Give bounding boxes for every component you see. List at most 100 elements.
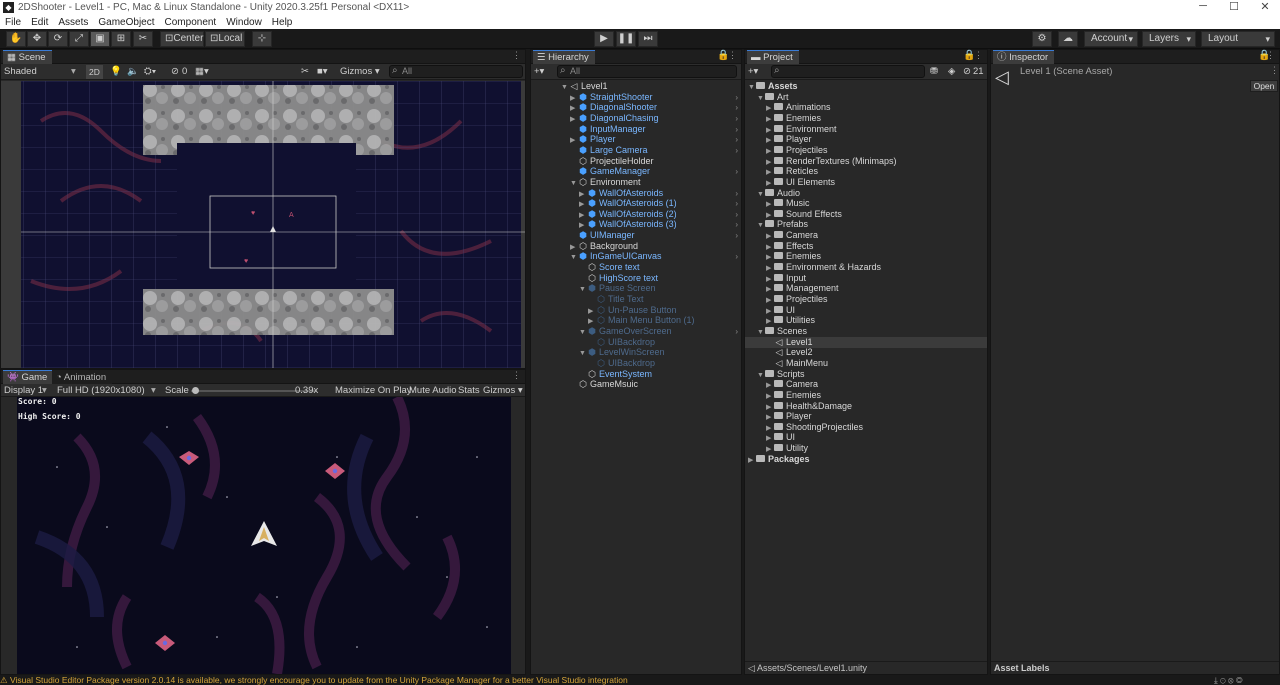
project-item[interactable]: ▼ Art: [745, 92, 987, 103]
project-item[interactable]: ▶ ShootingProjectiles: [745, 422, 987, 433]
hierarchy-item[interactable]: ▶ ⬢ WallOfAsteroids ›: [531, 188, 741, 199]
hierarchy-item[interactable]: ⬡ UIBackdrop: [531, 337, 741, 348]
prefab-open-arrow-icon[interactable]: ›: [735, 92, 738, 103]
hierarchy-item[interactable]: ▼ ⬢ LevelWinScreen: [531, 347, 741, 358]
project-create-button[interactable]: +▾: [748, 65, 758, 79]
audio-toggle-icon[interactable]: 🔈: [127, 65, 139, 79]
play-button[interactable]: ▶: [594, 31, 614, 47]
project-item[interactable]: ▶ Enemies: [745, 390, 987, 401]
maximize-icon[interactable]: ☐: [1224, 0, 1244, 13]
hierarchy-item[interactable]: ⬡ HighScore text: [531, 273, 741, 284]
tab-inspector[interactable]: ⓘ Inspector: [993, 50, 1055, 64]
2d-toggle[interactable]: 2D: [86, 65, 103, 79]
project-search-input[interactable]: [771, 65, 925, 78]
tab-game[interactable]: 👾 Game: [3, 370, 54, 384]
prefab-open-arrow-icon[interactable]: ›: [735, 113, 738, 124]
project-item[interactable]: ▶ Environment: [745, 124, 987, 135]
project-item[interactable]: ◁ MainMenu: [745, 358, 987, 369]
open-scene-button[interactable]: Open: [1250, 80, 1278, 92]
tab-animation[interactable]: ◔ Animation: [52, 370, 113, 384]
hierarchy-item[interactable]: ⬡ ProjectileHolder: [531, 156, 741, 167]
hierarchy-item[interactable]: ▼ ⬢ GameOverScreen ›: [531, 326, 741, 337]
resolution-dropdown[interactable]: Full HD (1920x1080): [57, 384, 145, 397]
tools-icon[interactable]: ✂: [301, 65, 309, 79]
hierarchy-item[interactable]: ⬢ GameManager ›: [531, 166, 741, 177]
hierarchy-item[interactable]: ⬢ UIManager ›: [531, 230, 741, 241]
hierarchy-item[interactable]: ⬡ EventSystem: [531, 369, 741, 380]
close-icon[interactable]: ✕: [1255, 0, 1275, 13]
scale-tool-icon[interactable]: ⤢: [69, 31, 89, 47]
filter-by-label-icon[interactable]: ◈: [948, 65, 955, 79]
menu-help[interactable]: Help: [267, 17, 298, 28]
inspector-tab-menu-icon[interactable]: ⋮: [1266, 50, 1275, 61]
project-item[interactable]: ▶ Reticles: [745, 166, 987, 177]
resolution-dropdown-arrow-icon[interactable]: ▾: [151, 384, 156, 397]
project-item[interactable]: ▶ Player: [745, 134, 987, 145]
grid-dropdown-icon[interactable]: ▦▾: [195, 65, 209, 79]
hierarchy-item[interactable]: ▼ ⬢ Pause Screen: [531, 283, 741, 294]
hierarchy-create-button[interactable]: +▾: [534, 65, 544, 79]
effects-dropdown-icon[interactable]: ⛭▾: [144, 65, 156, 79]
prefab-open-arrow-icon[interactable]: ›: [735, 166, 738, 177]
hierarchy-item[interactable]: ▶ ⬡ Main Menu Button (1): [531, 315, 741, 326]
menu-file[interactable]: File: [0, 17, 26, 28]
maximize-on-play-toggle[interactable]: Maximize On Play: [335, 384, 412, 397]
hierarchy-item[interactable]: ▶ ⬢ WallOfAsteroids (2) ›: [531, 209, 741, 220]
project-item[interactable]: ▶ Health&Damage: [745, 401, 987, 412]
hidden-packages-icon[interactable]: ⊘: [963, 65, 971, 79]
project-item[interactable]: ▶ Projectiles: [745, 294, 987, 305]
menu-gameobject[interactable]: GameObject: [93, 17, 159, 28]
status-icons[interactable]: ⤓ ⊙ ⊗ ◎: [1214, 675, 1243, 685]
hierarchy-item[interactable]: ▶ ⬢ Player ›: [531, 134, 741, 145]
hierarchy-item[interactable]: ▼ ◁ Level1: [531, 81, 741, 92]
project-item[interactable]: ▼ Audio: [745, 188, 987, 199]
scene-viewport[interactable]: ♥ A ♥: [1, 81, 525, 368]
hierarchy-search-input[interactable]: All: [557, 65, 737, 78]
prefab-open-arrow-icon[interactable]: ›: [735, 145, 738, 156]
scene-tab-menu-icon[interactable]: ⋮: [512, 50, 521, 61]
hierarchy-item[interactable]: ▶ ⬢ DiagonalChasing ›: [531, 113, 741, 124]
tab-hierarchy[interactable]: ☰ Hierarchy: [533, 50, 595, 64]
account-dropdown[interactable]: Account: [1084, 31, 1138, 47]
project-item[interactable]: ▶ Animations: [745, 102, 987, 113]
hierarchy-item[interactable]: ⬡ UIBackdrop: [531, 358, 741, 369]
hierarchy-item[interactable]: ⬢ InputManager ›: [531, 124, 741, 135]
prefab-open-arrow-icon[interactable]: ›: [735, 198, 738, 209]
prefab-open-arrow-icon[interactable]: ›: [735, 188, 738, 199]
hierarchy-item[interactable]: ▶ ⬢ WallOfAsteroids (1) ›: [531, 198, 741, 209]
project-item[interactable]: ▼ Scripts: [745, 369, 987, 380]
layout-dropdown[interactable]: Layout: [1201, 31, 1275, 47]
cloud-icon[interactable]: ☁: [1058, 31, 1078, 47]
pause-button[interactable]: ❚❚: [616, 31, 636, 47]
project-item[interactable]: ▶ UI: [745, 305, 987, 316]
step-button[interactable]: ⏭: [638, 31, 658, 47]
shading-dropdown-arrow-icon[interactable]: ▾: [71, 65, 76, 79]
expand-closed-icon[interactable]: ▶: [748, 455, 756, 466]
prefab-open-arrow-icon[interactable]: ›: [735, 102, 738, 113]
menu-edit[interactable]: Edit: [26, 17, 53, 28]
project-item[interactable]: ◁ Level1: [745, 336, 987, 348]
project-item[interactable]: ▶ UI: [745, 432, 987, 443]
prefab-open-arrow-icon[interactable]: ›: [735, 251, 738, 262]
project-item[interactable]: ▼ Prefabs: [745, 219, 987, 230]
project-item[interactable]: ▶ Environment & Hazards: [745, 262, 987, 273]
hidden-objects-icon[interactable]: ⊘: [171, 65, 179, 79]
custom-tool-icon[interactable]: ✂: [133, 31, 153, 47]
hierarchy-item[interactable]: ⬡ GameMsuic: [531, 379, 741, 390]
minimize-icon[interactable]: ─: [1193, 0, 1213, 12]
project-item[interactable]: ▶ Enemies: [745, 113, 987, 124]
prefab-open-arrow-icon[interactable]: ›: [735, 124, 738, 135]
game-tab-menu-icon[interactable]: ⋮: [512, 370, 521, 381]
hierarchy-item[interactable]: ▶ ⬡ Un-Pause Button: [531, 305, 741, 316]
hierarchy-item[interactable]: ▼ ⬡ Environment: [531, 177, 741, 188]
prefab-open-arrow-icon[interactable]: ›: [735, 230, 738, 241]
layers-dropdown[interactable]: Layers: [1142, 31, 1196, 47]
hierarchy-item[interactable]: ▶ ⬢ WallOfAsteroids (3) ›: [531, 219, 741, 230]
menu-assets[interactable]: Assets: [53, 17, 93, 28]
project-item[interactable]: ▶ Utilities: [745, 315, 987, 326]
move-tool-icon[interactable]: ✥: [27, 31, 47, 47]
shading-mode-dropdown[interactable]: Shaded: [4, 65, 37, 79]
project-item[interactable]: ▶ Utility: [745, 443, 987, 454]
gizmos-dropdown[interactable]: Gizmos ▾: [340, 65, 380, 79]
menu-window[interactable]: Window: [221, 17, 267, 28]
